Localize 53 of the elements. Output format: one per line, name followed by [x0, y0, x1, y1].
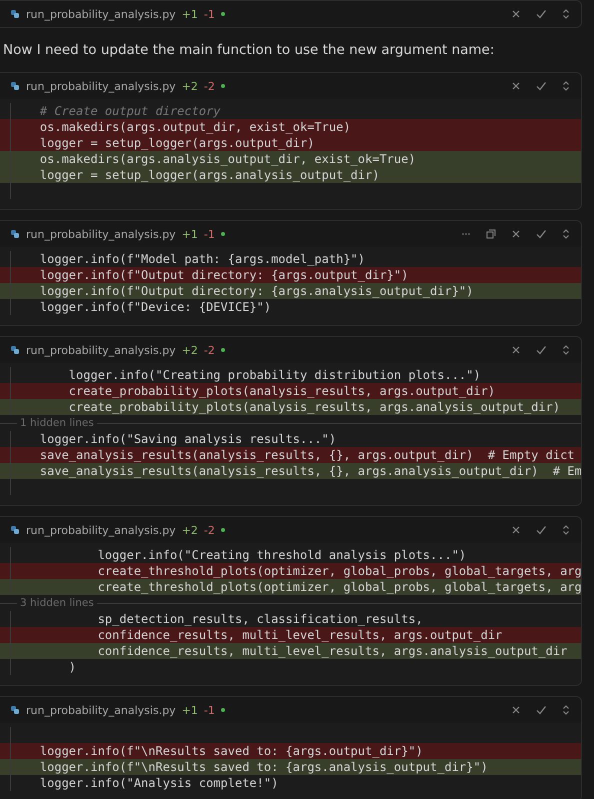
close-icon[interactable]: [511, 705, 521, 715]
status-dot: [220, 84, 225, 88]
removed-count: -1: [204, 8, 215, 20]
removed-count: -2: [204, 80, 215, 92]
python-file-icon: [10, 9, 20, 19]
check-icon[interactable]: [536, 525, 546, 535]
check-icon[interactable]: [536, 345, 546, 355]
file-name[interactable]: run_probability_analysis.py: [26, 8, 176, 20]
close-icon[interactable]: [511, 9, 521, 19]
close-icon[interactable]: [511, 81, 521, 91]
close-icon[interactable]: [511, 229, 521, 239]
removed-count: -1: [204, 228, 215, 240]
removed-count: -2: [204, 344, 215, 356]
code-line: ): [0, 659, 581, 675]
added-count: +2: [182, 80, 198, 92]
status-dot: [220, 348, 225, 352]
added-count: +1: [182, 704, 198, 716]
copy-icon[interactable]: [486, 229, 496, 239]
added-count: +2: [182, 344, 198, 356]
python-file-icon: [10, 525, 20, 535]
chevron-up-down-icon[interactable]: [561, 345, 571, 355]
check-icon[interactable]: [536, 9, 546, 19]
file-name[interactable]: run_probability_analysis.py: [26, 344, 176, 356]
close-icon[interactable]: [511, 345, 521, 355]
chevron-up-down-icon[interactable]: [561, 9, 571, 19]
python-file-icon: [10, 229, 20, 239]
status-dot: [220, 528, 225, 532]
check-icon[interactable]: [536, 705, 546, 715]
chevron-up-down-icon[interactable]: [561, 81, 571, 91]
removed-count: -2: [204, 524, 215, 536]
added-count: +2: [182, 524, 198, 536]
status-dot: [220, 232, 225, 236]
file-name[interactable]: run_probability_analysis.py: [26, 524, 176, 536]
chevron-up-down-icon[interactable]: [561, 229, 571, 239]
added-count: +1: [182, 8, 198, 20]
file-name[interactable]: run_probability_analysis.py: [26, 228, 176, 240]
assistant-message: Now I need to update the main function to use the new argument name:: [3, 42, 496, 58]
close-icon[interactable]: [511, 525, 521, 535]
file-name[interactable]: run_probability_analysis.py: [26, 704, 176, 716]
status-dot: [220, 708, 225, 712]
status-dot: [220, 12, 225, 16]
added-count: +1: [182, 228, 198, 240]
code-line: logger.info(f"Device: {DEVICE}"): [0, 299, 581, 315]
python-file-icon: [10, 705, 20, 715]
check-icon[interactable]: [536, 81, 546, 91]
check-icon[interactable]: [536, 229, 546, 239]
code-line: logger.info("Analysis complete!"): [0, 775, 581, 791]
file-name[interactable]: run_probability_analysis.py: [26, 80, 176, 92]
removed-count: -1: [204, 704, 215, 716]
chevron-up-down-icon[interactable]: [561, 525, 571, 535]
chevron-up-down-icon[interactable]: [561, 705, 571, 715]
python-file-icon: [10, 81, 20, 91]
python-file-icon: [10, 345, 20, 355]
